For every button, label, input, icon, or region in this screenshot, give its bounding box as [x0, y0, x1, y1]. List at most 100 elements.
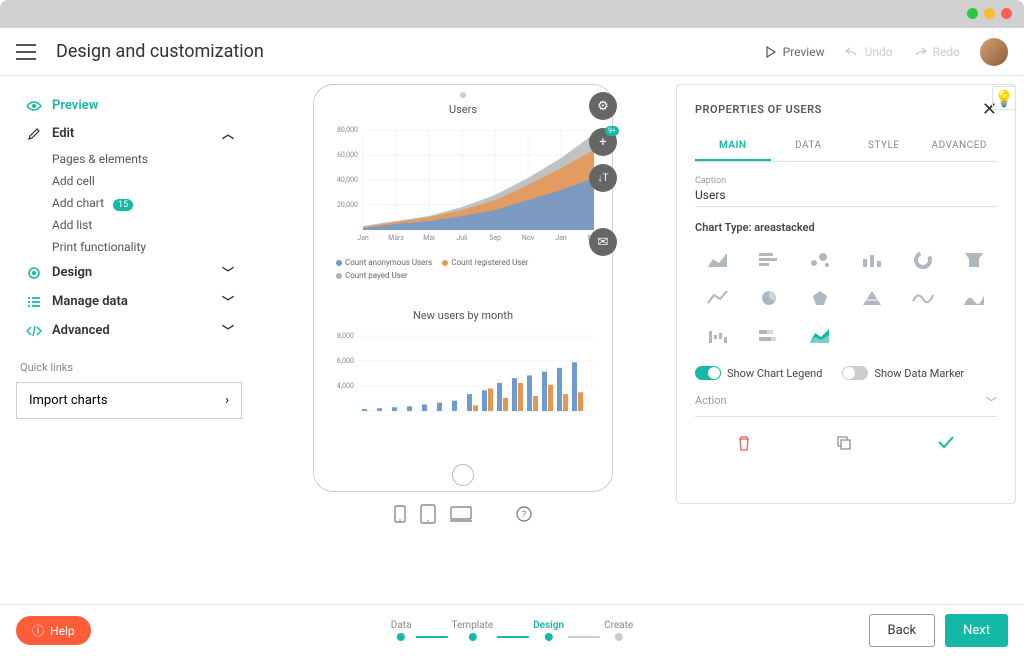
gear-icon: ⚙ [597, 99, 609, 114]
type-spline-icon[interactable] [900, 282, 945, 314]
sidebar-sub-addchart[interactable]: Add chart 15 [16, 192, 242, 214]
help-button[interactable]: ⓘ Help [16, 616, 91, 645]
step-create[interactable]: Create [604, 620, 633, 641]
toggle-show-legend[interactable]: Show Chart Legend [695, 366, 822, 380]
plus-icon: + [599, 135, 606, 150]
phone-icon[interactable] [394, 505, 406, 527]
show-legend-label: Show Chart Legend [727, 367, 822, 380]
svg-text:Nov: Nov [522, 234, 535, 242]
tab-advanced[interactable]: ADVANCED [922, 132, 998, 161]
sidebar-sub-pages[interactable]: Pages & elements [16, 148, 242, 170]
type-bubble-icon[interactable] [798, 244, 843, 276]
undo-icon [845, 46, 859, 58]
type-donut-icon[interactable] [900, 244, 945, 276]
chevron-down-icon: ﹀ [222, 322, 234, 339]
type-splinearea-icon[interactable] [952, 282, 997, 314]
home-button-icon [452, 464, 474, 486]
canvas: Users 80,000 60,000 40,000 20,000 JanMär… [250, 76, 676, 604]
sidebar-item-advanced[interactable]: Advanced ﹀ [16, 316, 242, 345]
tablet-icon[interactable] [420, 504, 436, 528]
chevron-right-icon: › [225, 393, 229, 408]
type-pyramid-icon[interactable] [849, 282, 894, 314]
addchart-badge: 15 [113, 199, 133, 211]
sort-button[interactable]: ↓T [589, 164, 617, 192]
toggle-show-marker[interactable]: Show Data Marker [842, 366, 964, 380]
back-button[interactable]: Back [869, 614, 936, 647]
type-hbar-icon[interactable] [746, 244, 791, 276]
sidebar-sub-addlist[interactable]: Add list [16, 214, 242, 236]
quicklinks-label: Quick links [20, 361, 242, 374]
delete-button[interactable] [737, 435, 751, 454]
sidebar-sub-addcell[interactable]: Add cell [16, 170, 242, 192]
type-areastacked-icon[interactable] [798, 320, 843, 352]
avatar[interactable] [980, 38, 1008, 66]
chart-newusers[interactable]: New users by month 8,000 6,000 4,000 [328, 309, 598, 439]
svg-text:Jan: Jan [357, 234, 369, 242]
preview-button[interactable]: Preview [765, 45, 825, 59]
add-badge: 9+ [605, 126, 619, 136]
window-titlebar [0, 0, 1024, 28]
redo-button[interactable]: Redo [913, 45, 960, 59]
list-icon [24, 296, 44, 308]
svg-text:6,000: 6,000 [337, 357, 354, 365]
svg-text:20,000: 20,000 [337, 201, 358, 209]
desktop-icon[interactable] [450, 506, 472, 526]
undo-label: Undo [865, 45, 893, 59]
chevron-down-icon: ﹀ [222, 293, 234, 310]
chart1-title: Users [328, 103, 598, 116]
sidebar-item-manage[interactable]: Manage data ﹀ [16, 287, 242, 316]
type-polygon-icon[interactable] [798, 282, 843, 314]
area-chart-svg: 80,000 60,000 40,000 20,000 JanMärzMaiJu… [328, 120, 598, 250]
settings-button[interactable]: ⚙ [589, 92, 617, 120]
chart-users[interactable]: Users 80,000 60,000 40,000 20,000 JanMär… [328, 103, 598, 303]
action-select[interactable]: Action ﹀ [695, 394, 997, 417]
svg-text:Sep: Sep [489, 234, 501, 242]
undo-button[interactable]: Undo [845, 45, 893, 59]
svg-text:60,000: 60,000 [337, 151, 358, 159]
sidebar-edit-label: Edit [52, 126, 222, 141]
type-pie-icon[interactable] [746, 282, 791, 314]
tab-data[interactable]: DATA [771, 132, 847, 161]
import-charts-button[interactable]: Import charts › [16, 382, 242, 419]
help-label: Help [50, 624, 75, 638]
menu-icon[interactable] [16, 44, 36, 60]
chevron-down-icon: ﹀ [222, 264, 234, 281]
window-close-icon[interactable] [1001, 8, 1012, 19]
sidebar-item-preview[interactable]: Preview [16, 92, 242, 119]
duplicate-button[interactable] [836, 435, 852, 454]
type-line-icon[interactable] [695, 282, 740, 314]
window-maximize-icon[interactable] [984, 8, 995, 19]
add-button[interactable]: +9+ [589, 128, 617, 156]
mail-button[interactable]: ✉ [589, 228, 617, 256]
sidebar-item-design[interactable]: Design ﹀ [16, 258, 242, 287]
type-funnel-icon[interactable] [952, 244, 997, 276]
switch-off-icon [842, 366, 868, 380]
tab-style[interactable]: STYLE [846, 132, 922, 161]
sort-icon: ↓T [598, 173, 609, 184]
page-title: Design and customization [56, 41, 264, 62]
step-design[interactable]: Design [533, 620, 564, 641]
svg-text:40,000: 40,000 [337, 176, 358, 184]
type-waterfall-icon[interactable] [695, 320, 740, 352]
window-minimize-icon[interactable] [967, 8, 978, 19]
sidebar-sub-print[interactable]: Print functionality [16, 236, 242, 258]
type-stackedhbar-icon[interactable] [746, 320, 791, 352]
step-data[interactable]: Data [391, 620, 412, 641]
step-template[interactable]: Template [452, 620, 494, 641]
confirm-button[interactable] [937, 435, 955, 454]
type-area-icon[interactable] [695, 244, 740, 276]
help-icon[interactable]: ? [516, 506, 532, 526]
help-circle-icon: ⓘ [32, 622, 44, 639]
properties-tabs: MAIN DATA STYLE ADVANCED [695, 132, 997, 162]
next-button[interactable]: Next [945, 614, 1008, 647]
chart2-title: New users by month [328, 309, 598, 322]
play-icon [765, 46, 777, 58]
target-icon [24, 266, 44, 280]
preview-label: Preview [783, 45, 825, 59]
caption-input[interactable]: Users [695, 188, 997, 207]
tab-main[interactable]: MAIN [695, 132, 771, 161]
type-column-icon[interactable] [849, 244, 894, 276]
sidebar-item-edit[interactable]: Edit ︿ [16, 119, 242, 148]
hint-button[interactable]: 💡 [992, 86, 1016, 110]
app-header: Design and customization Preview Undo Re… [0, 28, 1024, 76]
